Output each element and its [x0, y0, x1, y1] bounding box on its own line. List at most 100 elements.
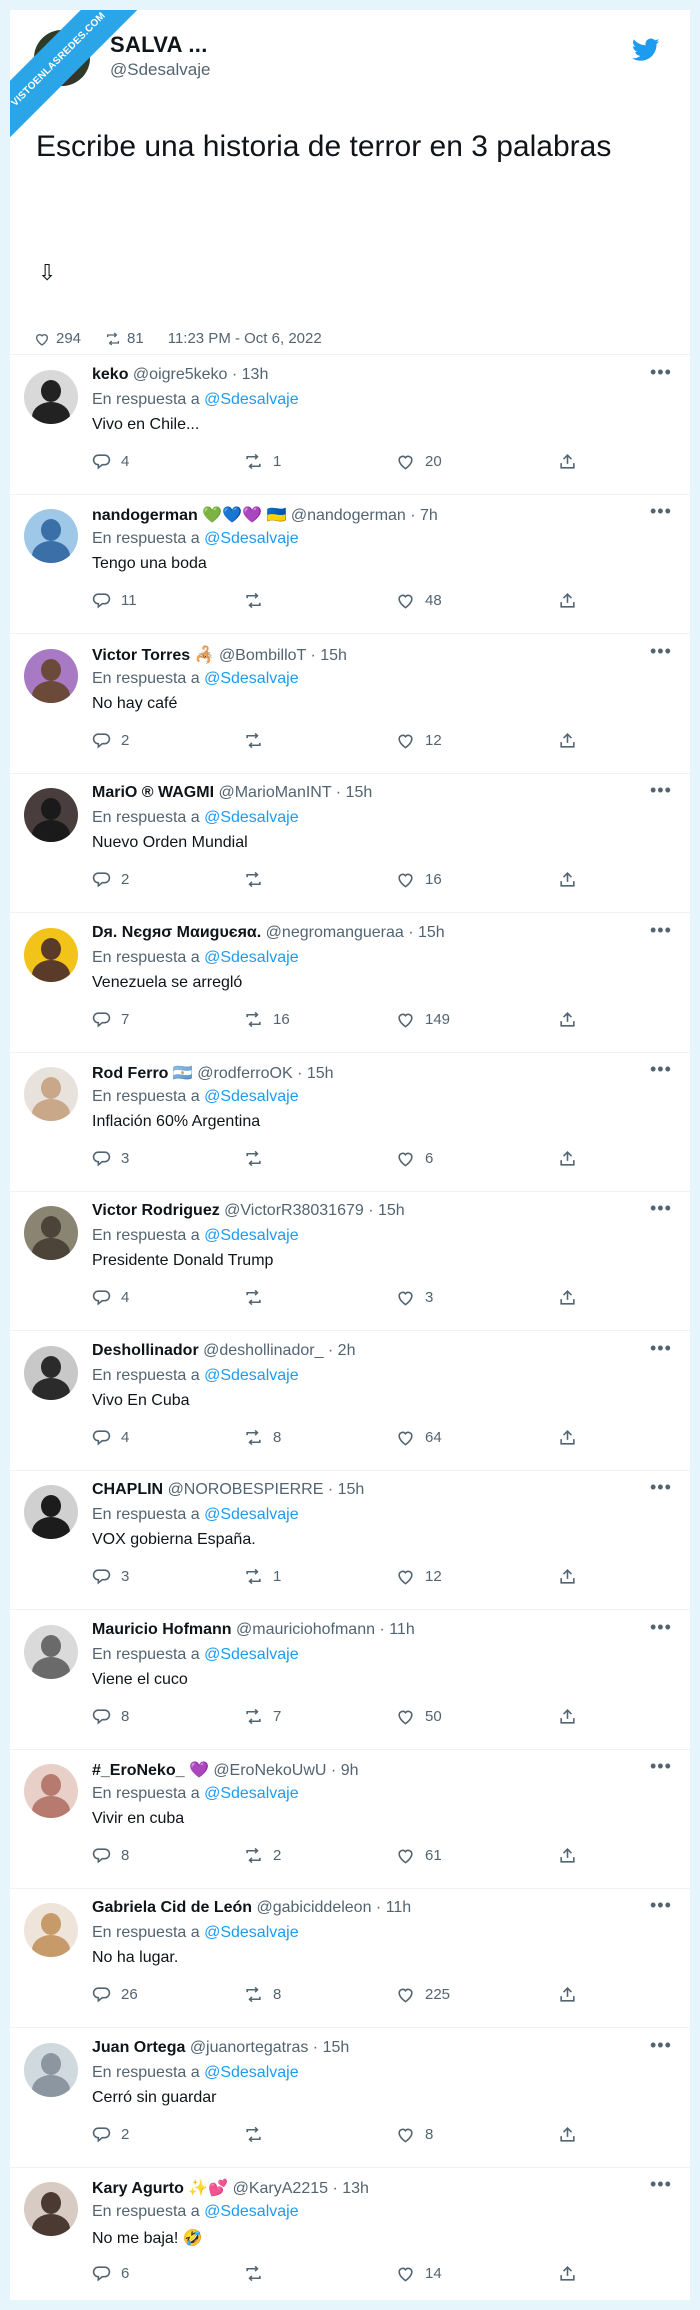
retweet-icon[interactable]	[105, 331, 121, 347]
reply-button[interactable]: 4	[92, 452, 129, 471]
like-button[interactable]: 12	[396, 731, 442, 750]
reply-item[interactable]: Gabriela Cid de León @gabiciddeleon · 11…	[10, 1889, 690, 2029]
like-button[interactable]: 3	[396, 1288, 433, 1307]
more-options-icon[interactable]: •••	[650, 780, 672, 801]
retweet-button[interactable]: 8	[244, 1985, 281, 2004]
more-options-icon[interactable]: •••	[650, 1059, 672, 1080]
reply-item[interactable]: Victor Torres 🦂 @BombilloT · 15h ••• En …	[10, 635, 690, 774]
share-button[interactable]	[558, 1567, 577, 1586]
reply-mention-link[interactable]: @Sdesalvaje	[204, 1646, 299, 1663]
reply-avatar[interactable]	[24, 1764, 78, 1818]
reply-item[interactable]: Victor Rodriguez @VictorR38031679 · 15h …	[10, 1192, 690, 1332]
reply-item[interactable]: nandogerman 💚💙💜 🇺🇦 @nandogerman · 7h •••…	[10, 495, 690, 635]
share-button[interactable]	[558, 1707, 577, 1726]
retweet-button[interactable]	[244, 870, 273, 889]
reply-button[interactable]: 26	[92, 1985, 138, 2004]
reply-avatar[interactable]	[24, 648, 78, 703]
reply-author-name[interactable]: nandogerman 💚💙💜 🇺🇦	[92, 507, 286, 524]
reply-mention-link[interactable]: @Sdesalvaje	[204, 1506, 299, 1523]
reply-button[interactable]: 8	[92, 1846, 129, 1865]
reply-item[interactable]: Mauricio Hofmann @mauriciohofmann · 11h …	[10, 1611, 690, 1750]
reply-item[interactable]: Kary Agurto ✨💕 @KaryA2215 · 13h ••• En r…	[10, 2168, 690, 2300]
reply-button[interactable]: 2	[92, 731, 129, 750]
more-options-icon[interactable]: •••	[650, 501, 672, 522]
reply-author-name[interactable]: Dя. Nєgяσ Mαиgυєяα.	[92, 924, 261, 941]
retweet-button[interactable]: 1	[244, 1567, 281, 1586]
reply-mention-link[interactable]: @Sdesalvaje	[204, 1367, 299, 1384]
more-options-icon[interactable]: •••	[650, 2035, 672, 2056]
more-options-icon[interactable]: •••	[650, 1338, 672, 1359]
more-options-icon[interactable]: •••	[650, 1617, 672, 1638]
share-button[interactable]	[558, 1010, 577, 1029]
retweet-button[interactable]: 2	[244, 1846, 281, 1865]
reply-item[interactable]: keko @oigre5keko · 13h ••• En respuesta …	[10, 356, 690, 495]
reply-avatar[interactable]	[24, 927, 78, 982]
reply-button[interactable]: 11	[92, 591, 137, 610]
reply-button[interactable]: 4	[92, 1428, 129, 1447]
tweet-timestamp[interactable]: 11:23 PM - Oct 6, 2022	[168, 330, 322, 347]
reply-avatar[interactable]	[24, 1067, 78, 1121]
twitter-bird-icon[interactable]	[632, 38, 660, 62]
reply-mention-link[interactable]: @Sdesalvaje	[204, 1227, 299, 1244]
like-button[interactable]: 12	[396, 1567, 442, 1586]
reply-button[interactable]: 3	[92, 1567, 129, 1586]
reply-author-name[interactable]: Mauricio Hofmann	[92, 1621, 232, 1638]
retweet-button[interactable]	[244, 591, 273, 610]
reply-button[interactable]: 3	[92, 1149, 129, 1168]
reply-item[interactable]: #_EroNeko_ 💜 @EroNekoUwU · 9h ••• En res…	[10, 1750, 690, 1889]
reply-author-name[interactable]: keko	[92, 366, 128, 383]
reply-mention-link[interactable]: @Sdesalvaje	[204, 1924, 299, 1941]
reply-author-name[interactable]: Kary Agurto ✨💕	[92, 2180, 228, 2197]
share-button[interactable]	[558, 870, 577, 889]
more-options-icon[interactable]: •••	[650, 1198, 672, 1219]
reply-avatar[interactable]	[24, 2042, 78, 2097]
reply-item[interactable]: CHAPLIN @NOROBESPIERRE · 15h ••• En resp…	[10, 1471, 690, 1611]
heart-icon[interactable]	[34, 331, 50, 347]
retweet-button[interactable]: 1	[244, 452, 281, 471]
retweet-button[interactable]: 7	[244, 1707, 281, 1726]
retweet-button[interactable]	[244, 1149, 273, 1168]
share-button[interactable]	[558, 452, 577, 471]
reply-author-name[interactable]: CHAPLIN	[92, 1481, 163, 1498]
reply-avatar[interactable]	[24, 1485, 78, 1540]
like-button[interactable]: 48	[396, 591, 442, 610]
more-options-icon[interactable]: •••	[650, 362, 672, 383]
reply-avatar[interactable]	[24, 1206, 78, 1261]
retweet-button[interactable]: 16	[244, 1010, 290, 1029]
reply-mention-link[interactable]: @Sdesalvaje	[204, 670, 299, 687]
share-button[interactable]	[558, 1149, 577, 1168]
reply-mention-link[interactable]: @Sdesalvaje	[204, 1785, 299, 1802]
like-button[interactable]: 6	[396, 1149, 433, 1168]
reply-button[interactable]: 4	[92, 1288, 129, 1307]
share-button[interactable]	[558, 591, 577, 610]
share-button[interactable]	[558, 2125, 577, 2144]
reply-item[interactable]: Deshollinador @deshollinador_ · 2h ••• E…	[10, 1332, 690, 1471]
reply-author-name[interactable]: Victor Torres 🦂	[92, 647, 214, 664]
more-options-icon[interactable]: •••	[650, 1756, 672, 1777]
like-button[interactable]: 50	[396, 1707, 442, 1726]
like-button[interactable]: 149	[396, 1010, 450, 1029]
more-options-icon[interactable]: •••	[650, 1895, 672, 1916]
reply-item[interactable]: MariO ® WAGMI @MarioManINT · 15h ••• En …	[10, 774, 690, 914]
reply-avatar[interactable]	[24, 1624, 78, 1679]
retweet-button[interactable]	[244, 731, 273, 750]
reply-button[interactable]: 2	[92, 2125, 129, 2144]
more-options-icon[interactable]: •••	[650, 2174, 672, 2195]
reply-mention-link[interactable]: @Sdesalvaje	[204, 2064, 299, 2081]
like-button[interactable]: 8	[396, 2125, 433, 2144]
reply-item[interactable]: Juan Ortega @juanortegatras · 15h ••• En…	[10, 2029, 690, 2168]
reply-mention-link[interactable]: @Sdesalvaje	[204, 530, 299, 547]
reply-button[interactable]: 6	[92, 2264, 129, 2283]
reply-mention-link[interactable]: @Sdesalvaje	[204, 2203, 299, 2220]
reply-author-name[interactable]: MariO ® WAGMI	[92, 784, 214, 801]
reply-mention-link[interactable]: @Sdesalvaje	[204, 809, 299, 826]
reply-author-name[interactable]: Juan Ortega	[92, 2039, 185, 2056]
like-button[interactable]: 64	[396, 1428, 442, 1447]
more-options-icon[interactable]: •••	[650, 641, 672, 662]
retweet-button[interactable]	[244, 1288, 273, 1307]
reply-mention-link[interactable]: @Sdesalvaje	[204, 949, 299, 966]
share-button[interactable]	[558, 1846, 577, 1865]
reply-item[interactable]: Dя. Nєgяσ Mαиgυєяα. @negromangueraa · 15…	[10, 914, 690, 1053]
reply-author-name[interactable]: #_EroNeko_ 💜	[92, 1762, 209, 1779]
reply-avatar[interactable]	[24, 1345, 78, 1400]
